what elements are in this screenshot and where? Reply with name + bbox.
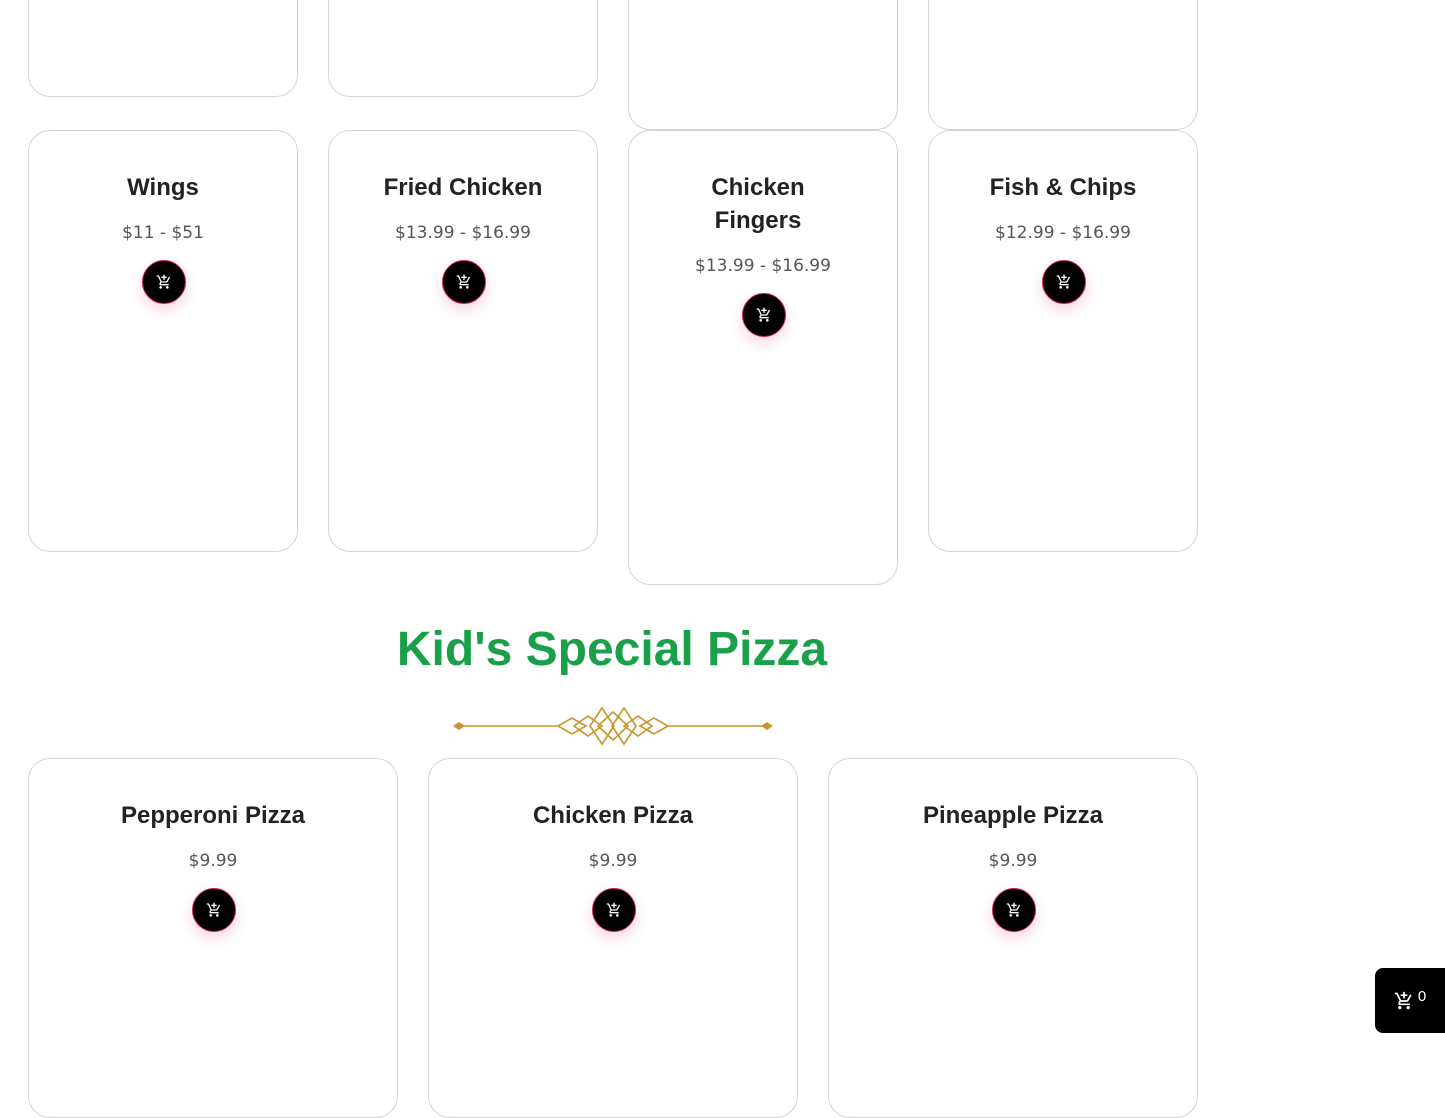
product-name: Pepperoni Pizza — [120, 802, 306, 829]
add-to-cart-button[interactable] — [742, 293, 786, 337]
product-name: Chicken Pizza — [532, 802, 694, 829]
cart-count: 0 — [1417, 988, 1427, 1005]
product-card: Pineapple Pizza $9.99 — [828, 758, 1198, 1118]
add-to-cart-button[interactable] — [1042, 260, 1086, 304]
product-card: Fish & Chips $12.99 - $16.99 — [928, 130, 1198, 552]
product-price: $9.99 — [188, 851, 238, 871]
cart-plus-icon — [756, 307, 771, 322]
product-price: $13.99 - $16.99 — [395, 223, 531, 243]
product-card: Pepperoni Pizza $9.99 — [28, 758, 398, 1118]
add-to-cart-button[interactable] — [142, 260, 186, 304]
product-name: Fish & Chips — [989, 174, 1137, 201]
product-card-partial — [928, 0, 1198, 130]
add-to-cart-button[interactable] — [192, 888, 236, 932]
cart-plus-icon — [206, 902, 221, 917]
product-price: $9.99 — [988, 851, 1038, 871]
add-to-cart-button[interactable] — [992, 888, 1036, 932]
product-price: $9.99 — [588, 851, 638, 871]
cart-plus-icon — [156, 274, 171, 289]
add-to-cart-button[interactable] — [442, 260, 486, 304]
product-price: $11 - $51 — [122, 223, 204, 243]
cart-plus-icon — [1056, 274, 1071, 289]
product-card: Wings $11 - $51 — [28, 130, 298, 552]
add-to-cart-button[interactable] — [592, 888, 636, 932]
product-price: $13.99 - $16.99 — [695, 256, 831, 276]
product-name: Fried Chicken — [383, 174, 543, 201]
product-card: Fried Chicken $13.99 - $16.99 — [328, 130, 598, 552]
product-price: $12.99 - $16.99 — [995, 223, 1131, 243]
product-name: Chicken Fingers — [711, 174, 805, 234]
ornament-divider — [453, 706, 773, 746]
product-card-partial — [628, 0, 898, 130]
cart-plus-icon — [606, 902, 621, 917]
product-card: Chicken Pizza $9.99 — [428, 758, 798, 1118]
cart-plus-icon — [456, 274, 471, 289]
floating-cart-button[interactable]: 0 — [1375, 968, 1445, 1033]
section-title: Kid's Special Pizza — [396, 623, 828, 676]
product-card: Chicken Fingers $13.99 - $16.99 — [628, 130, 898, 585]
cart-plus-icon — [1006, 902, 1021, 917]
product-name: Pineapple Pizza — [922, 802, 1104, 829]
product-name: Wings — [127, 174, 199, 201]
product-card-partial — [328, 0, 598, 97]
product-card-partial — [28, 0, 298, 97]
cart-plus-icon — [1394, 991, 1412, 1009]
